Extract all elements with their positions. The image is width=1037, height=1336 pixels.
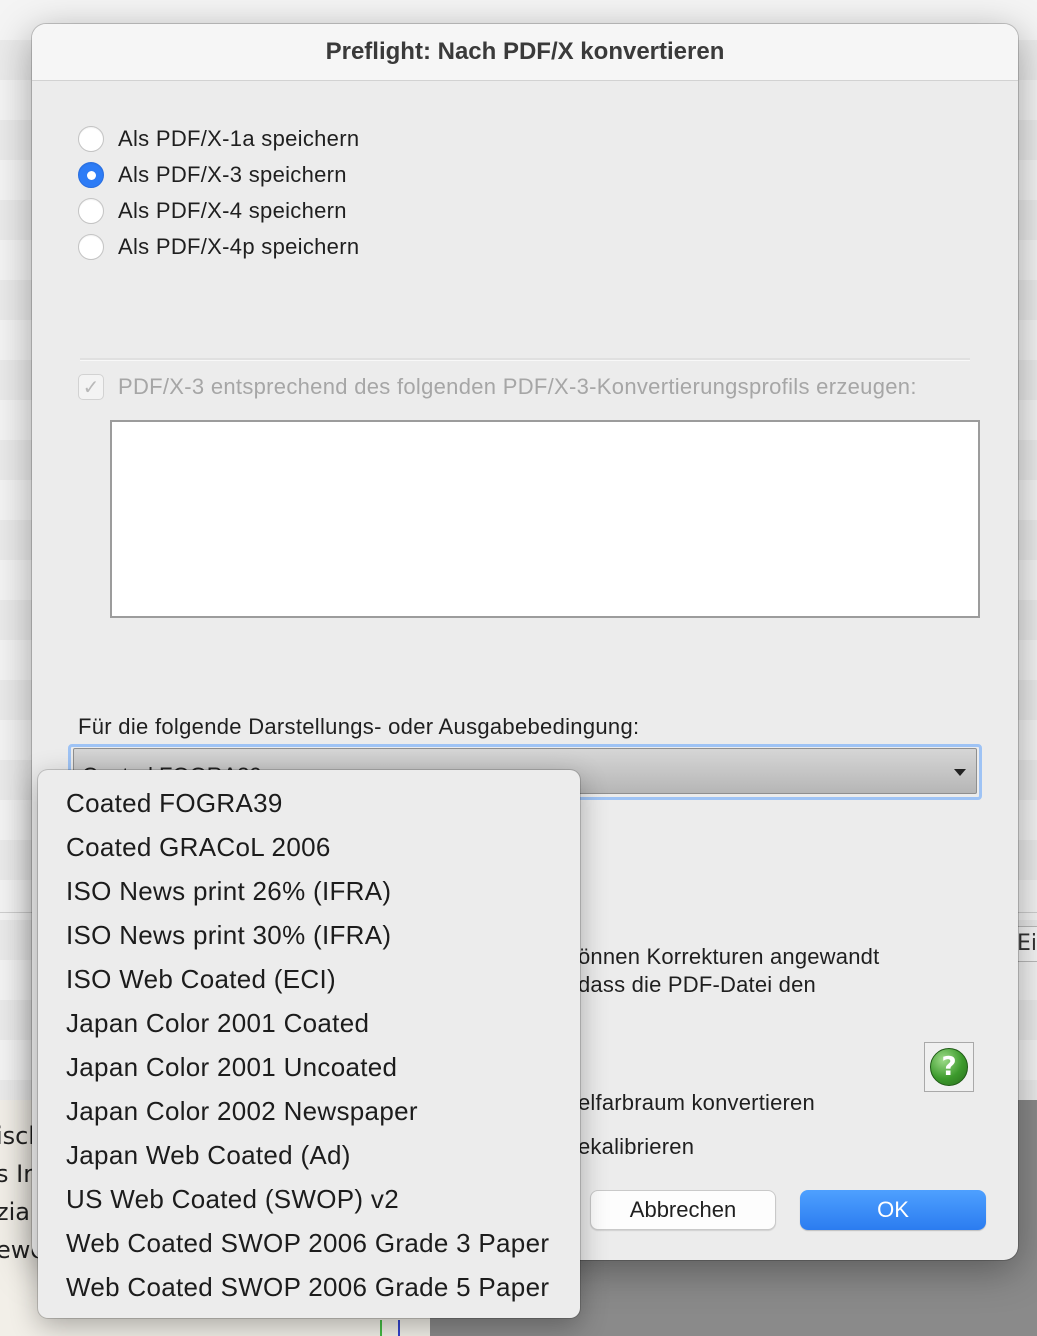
checkmark-icon: ✓ [82, 375, 100, 399]
menu-item[interactable]: ISO News print 26% (IFRA) [38, 869, 580, 913]
profile-list[interactable] [110, 420, 980, 618]
radio-button[interactable] [78, 234, 104, 260]
menu-item[interactable]: US Web Coated (SWOP) v2 [38, 1177, 580, 1221]
radio-pdfx-4p[interactable]: Als PDF/X-4p speichern [78, 234, 359, 260]
radio-label: Als PDF/X-3 speichern [118, 162, 347, 187]
dialog-title: Preflight: Nach PDF/X konvertieren [32, 24, 1018, 81]
menu-item[interactable]: Japan Color 2001 Uncoated [38, 1045, 580, 1089]
menu-item[interactable]: Japan Color 2001 Coated [38, 1001, 580, 1045]
checkbox-checked[interactable]: ✓ [78, 374, 104, 400]
radio-label: Als PDF/X-4 speichern [118, 198, 347, 223]
radio-pdfx-3[interactable]: Als PDF/X-3 speichern [78, 162, 347, 188]
menu-item[interactable]: Coated GRACoL 2006 [38, 825, 580, 869]
menu-item[interactable]: Web Coated SWOP 2006 Grade 5 Paper [38, 1265, 580, 1309]
condition-popup-menu: Coated FOGRA39 Coated GRACoL 2006 ISO Ne… [38, 770, 580, 1318]
menu-item[interactable]: Web Coated SWOP 2006 Grade 3 Paper [38, 1221, 580, 1265]
menu-item[interactable]: Coated FOGRA39 [38, 781, 580, 825]
radio-button[interactable] [78, 126, 104, 152]
radio-button-selected[interactable] [78, 162, 104, 188]
radio-button[interactable] [78, 198, 104, 224]
option-label: ekalibrieren [578, 1134, 695, 1159]
menu-item[interactable]: Japan Color 2002 Newspaper [38, 1089, 580, 1133]
menu-item[interactable]: Japan Web Coated (Ad) [38, 1133, 580, 1177]
radio-pdfx-4[interactable]: Als PDF/X-4 speichern [78, 198, 347, 224]
menu-item[interactable]: ISO Web Coated (ECI) [38, 957, 580, 1001]
cancel-button[interactable]: Abbrechen [590, 1190, 776, 1230]
menu-item[interactable]: ISO News print 30% (IFRA) [38, 913, 580, 957]
condition-label: Für die folgende Darstellungs- oder Ausg… [78, 714, 640, 739]
profile-checkbox-row[interactable]: ✓ PDF/X-3 entsprechend des folgenden PDF… [78, 374, 917, 400]
option-label: elfarbraum konvertieren [578, 1090, 815, 1115]
profile-checkbox-label: PDF/X-3 entsprechend des folgenden PDF/X… [118, 374, 917, 399]
radio-label: Als PDF/X-4p speichern [118, 234, 360, 259]
help-icon: ? [930, 1048, 968, 1086]
background-guide-line [398, 1320, 400, 1336]
dropdown-arrow-icon [954, 769, 966, 776]
help-button[interactable]: ? [924, 1042, 974, 1092]
ok-button[interactable]: OK [800, 1190, 986, 1230]
background-guide-line [380, 1320, 382, 1336]
description-text: önnen Korrekturen angewandt [578, 944, 880, 969]
separator [80, 358, 970, 361]
radio-pdfx-1a[interactable]: Als PDF/X-1a speichern [78, 126, 359, 152]
description-text: dass die PDF-Datei den [578, 972, 816, 997]
radio-label: Als PDF/X-1a speichern [118, 126, 360, 151]
